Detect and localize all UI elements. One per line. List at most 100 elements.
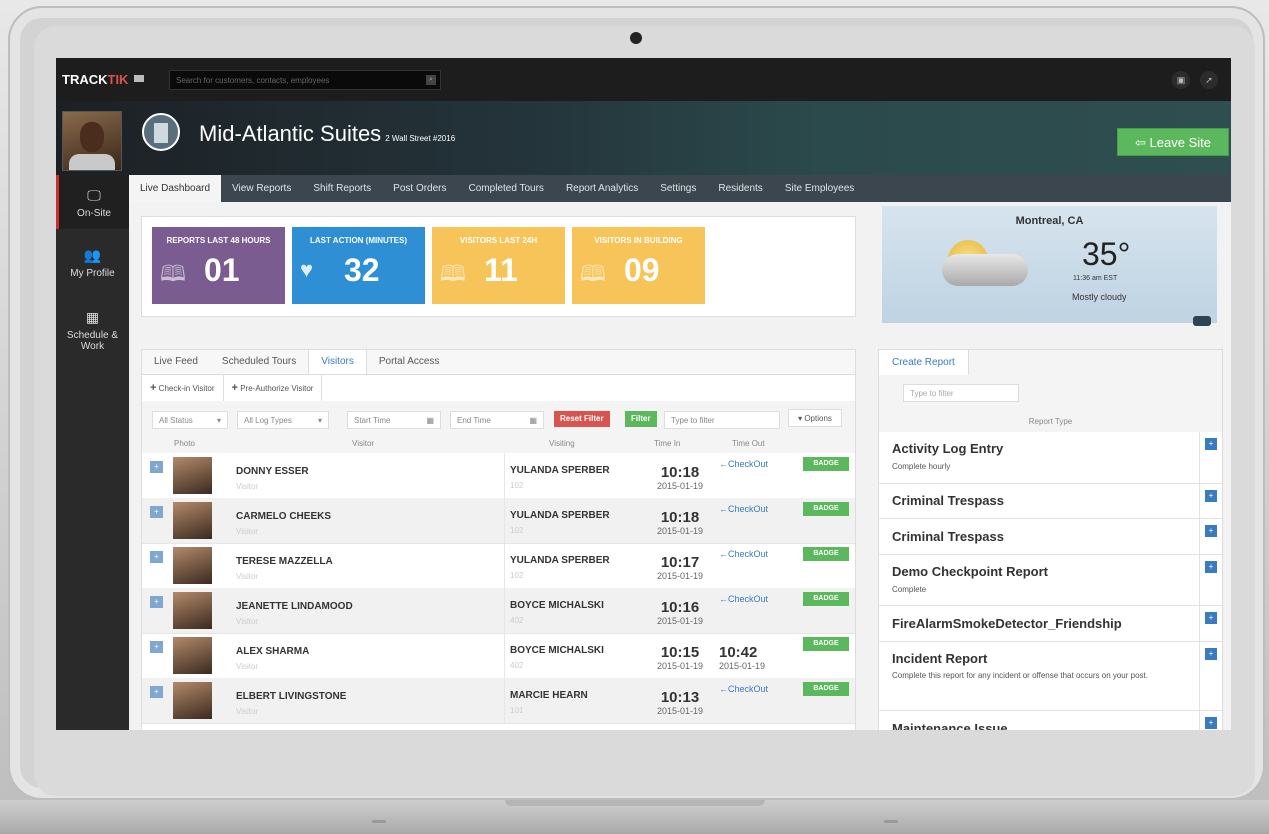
chat-icon[interactable]: ▣: [1172, 71, 1190, 89]
stat-card-visitors-in-building[interactable]: VISITORS IN BUILDING 🕮 09: [572, 227, 705, 304]
host-name: YULANDA SPERBER: [510, 465, 610, 476]
tab-completed-tours[interactable]: Completed Tours: [458, 175, 555, 202]
tab-post-orders[interactable]: Post Orders: [382, 175, 457, 202]
report-item[interactable]: Incident Report Complete this report for…: [879, 642, 1222, 711]
expand-icon[interactable]: +: [150, 596, 163, 608]
report-title: Criminal Trespass: [892, 529, 1004, 544]
pre-authorize-visitor-button[interactable]: + Pre-Authorize Visitor: [224, 375, 323, 401]
end-time-placeholder: End Time: [457, 416, 491, 425]
checkout-link[interactable]: ←CheckOut: [719, 594, 768, 604]
nav-item-schedule[interactable]: ▦ Schedule & Work: [56, 297, 129, 367]
tab-shift-reports[interactable]: Shift Reports: [302, 175, 382, 202]
weather-settings-icon[interactable]: [1193, 316, 1211, 326]
options-button[interactable]: ▾ Options: [788, 409, 842, 427]
badge-button[interactable]: BADGE: [803, 502, 849, 516]
report-filter-input[interactable]: Type to filter: [903, 384, 1019, 402]
column-header: Visiting: [549, 439, 575, 448]
stat-label: REPORTS LAST 48 HOURS: [166, 236, 271, 245]
visitor-photo: [173, 502, 212, 539]
checkout-link[interactable]: ←CheckOut: [719, 459, 768, 469]
report-title: FireAlarmSmokeDetector_Friendship: [892, 616, 1122, 631]
tab-settings[interactable]: Settings: [649, 175, 707, 202]
expand-icon[interactable]: +: [150, 506, 163, 518]
checkout-link[interactable]: ←CheckOut: [719, 684, 768, 694]
add-report-button[interactable]: +: [1205, 561, 1217, 573]
expand-icon[interactable]: +: [150, 461, 163, 473]
search-input[interactable]: Search for customers, contacts, employee…: [169, 70, 441, 90]
app-logo[interactable]: TRACKTIK: [62, 72, 128, 87]
share-icon[interactable]: ➚: [1200, 71, 1218, 89]
date-in: 2015-01-19: [656, 526, 704, 536]
badge-button[interactable]: BADGE: [803, 637, 849, 651]
add-report-button[interactable]: +: [1205, 648, 1217, 660]
badge-button[interactable]: BADGE: [803, 592, 849, 606]
add-report-button[interactable]: +: [1205, 717, 1217, 729]
table-row[interactable]: + CARMELO CHEEKS Visitor YULANDA SPERBER…: [142, 498, 855, 544]
add-report-button[interactable]: +: [1205, 612, 1217, 624]
nav-label: My Profile: [70, 268, 115, 279]
camera-icon: [630, 32, 642, 44]
tab-site-employees[interactable]: Site Employees: [774, 175, 865, 202]
status-select[interactable]: All Status ▾: [152, 411, 228, 429]
stat-card-visitors-24h[interactable]: VISITORS LAST 24H 🕮 11: [432, 227, 565, 304]
end-time-input[interactable]: End Time ▦: [450, 411, 544, 429]
filter-button[interactable]: Filter: [625, 411, 657, 427]
table-row[interactable]: + ALEX SHARMA Visitor BOYCE MICHALSKI 40…: [142, 633, 855, 679]
table-row[interactable]: + ELBERT LIVINGSTONE Visitor MARCIE HEAR…: [142, 678, 855, 724]
avatar[interactable]: [62, 111, 122, 171]
host-room: 102: [510, 571, 524, 580]
add-report-button[interactable]: +: [1205, 438, 1217, 450]
mail-icon[interactable]: [134, 75, 144, 82]
report-item[interactable]: Maintenance Issue +: [879, 711, 1222, 730]
report-item[interactable]: FireAlarmSmokeDetector_Friendship +: [879, 606, 1222, 642]
add-report-button[interactable]: +: [1205, 525, 1217, 537]
weather-condition: Mostly cloudy: [1072, 292, 1127, 302]
expand-icon[interactable]: +: [150, 641, 163, 653]
type-filter-input[interactable]: Type to filter: [664, 411, 780, 429]
tab-portal-access[interactable]: Portal Access: [367, 350, 452, 374]
tab-report-analytics[interactable]: Report Analytics: [555, 175, 649, 202]
badge-button[interactable]: BADGE: [803, 682, 849, 696]
add-report-button[interactable]: +: [1205, 490, 1217, 502]
nav-item-my-profile[interactable]: 👥 My Profile: [56, 235, 129, 289]
report-item[interactable]: Criminal Trespass +: [879, 484, 1222, 519]
expand-icon[interactable]: +: [150, 551, 163, 563]
tab-live-feed[interactable]: Live Feed: [142, 350, 210, 374]
stat-value: 01: [204, 252, 240, 288]
options-label: Options: [804, 414, 832, 423]
tab-view-reports[interactable]: View Reports: [221, 175, 302, 202]
base-notch: [505, 800, 765, 806]
checkout-link[interactable]: ←CheckOut: [719, 549, 768, 559]
report-item[interactable]: Activity Log Entry Complete hourly +: [879, 432, 1222, 484]
leave-site-button[interactable]: ⇦ Leave Site: [1117, 128, 1229, 156]
tab-residents[interactable]: Residents: [707, 175, 773, 202]
badge-button[interactable]: BADGE: [803, 457, 849, 471]
reset-filter-button[interactable]: Reset Filter: [554, 411, 610, 427]
report-item[interactable]: Criminal Trespass +: [879, 519, 1222, 555]
start-time-input[interactable]: Start Time ▦: [347, 411, 441, 429]
visitor-name: TERESE MAZZELLA: [236, 556, 333, 567]
tab-scheduled-tours[interactable]: Scheduled Tours: [210, 350, 308, 374]
table-row[interactable]: + JEANETTE LINDAMOOD Visitor BOYCE MICHA…: [142, 588, 855, 634]
nav-item-on-site[interactable]: 🖵 On-Site: [56, 175, 129, 229]
stat-card-last-action[interactable]: LAST ACTION (MINUTES) ♥ 32: [292, 227, 425, 304]
time-in: 10:15: [660, 644, 700, 661]
tab-live-dashboard[interactable]: Live Dashboard: [129, 175, 222, 202]
table-row[interactable]: + TERESE MAZZELLA Visitor YULANDA SPERBE…: [142, 543, 855, 589]
app-screen: TRACKTIK Search for customers, contacts,…: [56, 58, 1231, 730]
stat-card-reports[interactable]: REPORTS LAST 48 HOURS 🕮 01: [152, 227, 285, 304]
expand-icon[interactable]: +: [150, 686, 163, 698]
check-in-visitor-button[interactable]: + Check-in Visitor: [142, 375, 224, 401]
tab-visitors[interactable]: Visitors: [308, 350, 367, 374]
checkout-link[interactable]: ←CheckOut: [719, 504, 768, 514]
report-item[interactable]: Demo Checkpoint Report Complete +: [879, 555, 1222, 606]
badge-button[interactable]: BADGE: [803, 547, 849, 561]
base-foot: [884, 820, 898, 823]
host-name: BOYCE MICHALSKI: [510, 645, 604, 656]
search-icon[interactable]: ⌕: [426, 75, 436, 85]
report-title: Demo Checkpoint Report: [892, 564, 1049, 579]
table-row[interactable]: + DONNY ESSER Visitor YULANDA SPERBER 10…: [142, 453, 855, 499]
log-type-select[interactable]: All Log Types ▾: [237, 411, 329, 429]
tab-create-report[interactable]: Create Report: [879, 350, 969, 375]
column-divider: [504, 543, 505, 588]
